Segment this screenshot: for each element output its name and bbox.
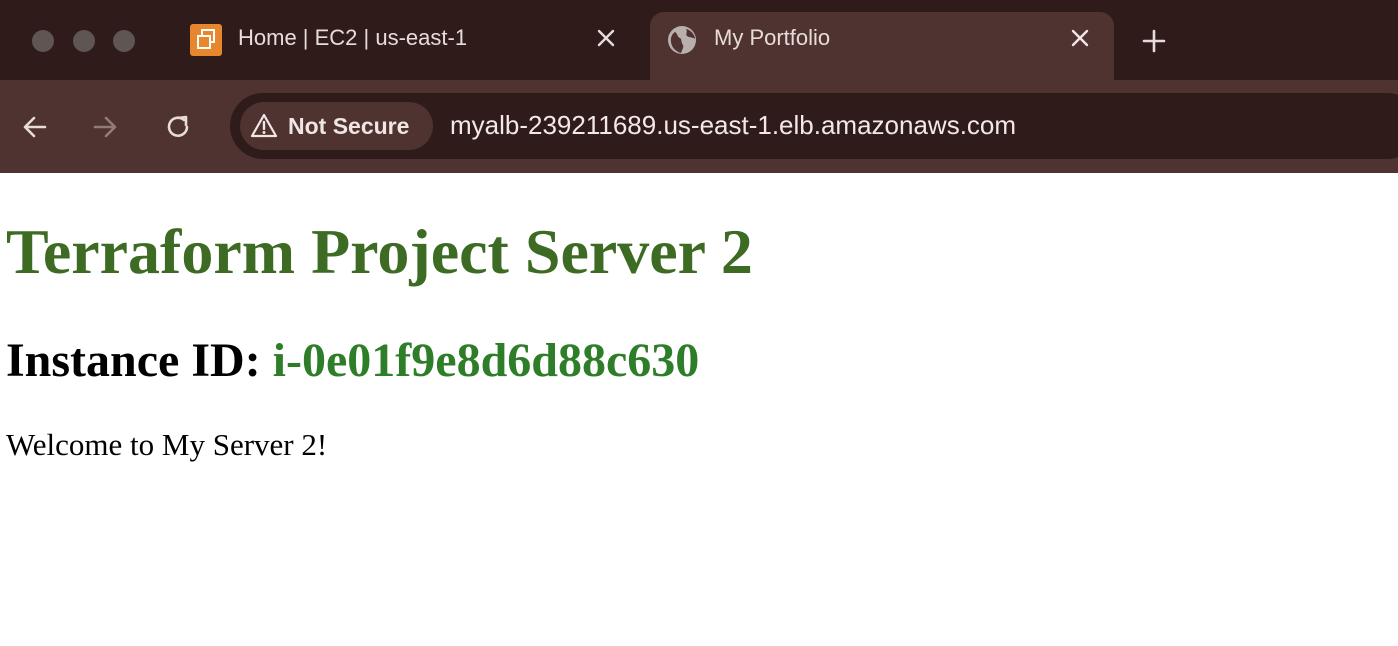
reload-icon[interactable] <box>163 112 193 142</box>
tab-title: Home | EC2 | us-east-1 <box>238 25 468 50</box>
address-bar[interactable]: Not Secure myalb-239211689.us-east-1.elb… <box>230 93 1398 159</box>
tab-title: My Portfolio <box>714 25 831 50</box>
tab-ec2-home[interactable]: Home | EC2 | us-east-1 <box>170 12 640 80</box>
page-heading: Terraform Project Server 2 <box>6 216 753 287</box>
browser-toolbar: Not Secure myalb-239211689.us-east-1.elb… <box>0 80 1398 173</box>
url-text[interactable]: myalb-239211689.us-east-1.elb.amazonaws.… <box>450 110 1016 141</box>
tab-my-portfolio[interactable]: My Portfolio <box>650 12 1114 80</box>
new-tab-icon[interactable] <box>1140 27 1168 55</box>
globe-icon <box>668 26 696 54</box>
instance-id-heading: Instance ID: i-0e01f9e8d6d88c630 <box>6 333 699 388</box>
instance-id-value: i-0e01f9e8d6d88c630 <box>272 334 700 387</box>
aws-ec2-icon <box>190 24 222 56</box>
security-indicator[interactable]: Not Secure <box>240 102 433 150</box>
warning-icon <box>250 113 278 138</box>
forward-arrow-icon[interactable] <box>90 112 120 142</box>
window-minimize-dot[interactable] <box>73 30 95 52</box>
back-arrow-icon[interactable] <box>20 112 50 142</box>
window-close-dot[interactable] <box>32 30 54 52</box>
welcome-text: Welcome to My Server 2! <box>6 427 328 462</box>
close-icon[interactable] <box>594 26 618 50</box>
instance-id-label: Instance ID: <box>6 334 261 387</box>
page-content: Terraform Project Server 2 Instance ID: … <box>0 173 1398 646</box>
security-label: Not Secure <box>288 113 410 139</box>
close-icon[interactable] <box>1068 26 1092 50</box>
tab-strip: Home | EC2 | us-east-1 My Portfolio <box>0 0 1398 80</box>
window-maximize-dot[interactable] <box>113 30 135 52</box>
browser-window: Home | EC2 | us-east-1 My Portfolio Not … <box>0 0 1398 646</box>
